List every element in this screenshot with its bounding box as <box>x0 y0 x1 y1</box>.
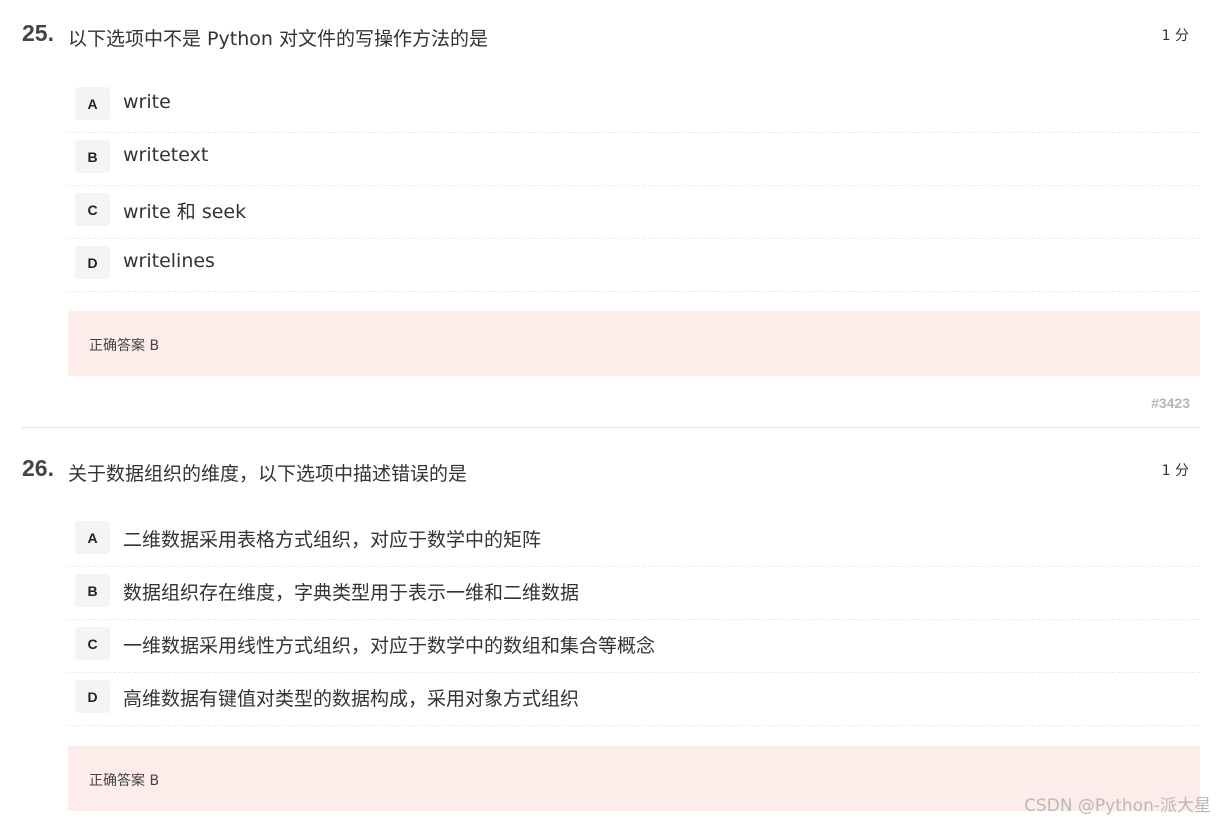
option-text: writetext <box>123 144 209 166</box>
option-letter-badge: A <box>75 521 110 554</box>
option-text: 一维数据采用线性方式组织，对应于数学中的数组和集合等概念 <box>123 635 656 657</box>
question-id: #3423 <box>1151 395 1190 411</box>
question-number: 26. <box>22 455 54 481</box>
option-letter-badge: C <box>75 627 110 660</box>
option-text: 二维数据采用表格方式组织，对应于数学中的矩阵 <box>123 529 542 551</box>
option-a[interactable]: A write <box>68 80 1200 133</box>
question-title: 关于数据组织的维度，以下选项中描述错误的是 <box>68 463 468 485</box>
option-letter-badge: D <box>75 680 110 713</box>
question-score: 1 分 <box>1161 28 1189 44</box>
option-text: write <box>123 91 171 113</box>
question-score: 1 分 <box>1161 463 1189 479</box>
correct-answer-text: 正确答案 B <box>89 338 160 354</box>
question-number: 25. <box>22 20 54 46</box>
option-letter-badge: D <box>75 246 110 279</box>
question-title: 以下选项中不是 Python 对文件的写操作方法的是 <box>68 28 488 50</box>
option-c[interactable]: C write 和 seek <box>68 186 1200 239</box>
option-d[interactable]: D 高维数据有键值对类型的数据构成，采用对象方式组织 <box>68 673 1200 726</box>
csdn-watermark: CSDN @Python-派大星 <box>1024 796 1211 816</box>
question-divider <box>22 427 1200 428</box>
option-b[interactable]: B 数据组织存在维度，字典类型用于表示一维和二维数据 <box>68 567 1200 620</box>
correct-answer-text: 正确答案 B <box>89 773 160 789</box>
option-letter-badge: C <box>75 193 110 226</box>
option-letter-badge: B <box>75 574 110 607</box>
option-a[interactable]: A 二维数据采用表格方式组织，对应于数学中的矩阵 <box>68 514 1200 567</box>
option-text: 高维数据有键值对类型的数据构成，采用对象方式组织 <box>123 688 580 710</box>
answer-box: 正确答案 B <box>68 311 1200 376</box>
option-text: 数据组织存在维度，字典类型用于表示一维和二维数据 <box>123 582 580 604</box>
option-letter-badge: B <box>75 140 110 173</box>
option-b[interactable]: B writetext <box>68 133 1200 186</box>
option-text: write 和 seek <box>123 201 247 223</box>
option-c[interactable]: C 一维数据采用线性方式组织，对应于数学中的数组和集合等概念 <box>68 620 1200 673</box>
option-letter-badge: A <box>75 87 110 120</box>
option-d[interactable]: D writelines <box>68 239 1200 292</box>
option-text: writelines <box>123 250 215 272</box>
